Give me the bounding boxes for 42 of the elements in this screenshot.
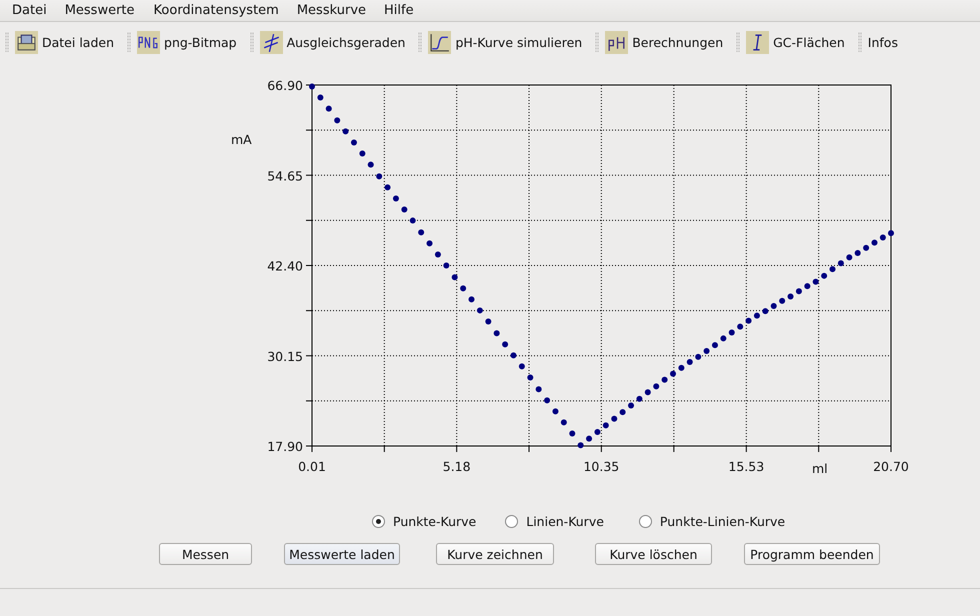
menu-item[interactable]: Messwerte (64, 3, 135, 18)
push-button[interactable]: Kurve zeichnen (436, 543, 554, 565)
radio-option[interactable]: Linien-Kurve (505, 514, 604, 528)
menu-item[interactable]: Hilfe (384, 3, 414, 18)
x-axis-label: ml (812, 461, 828, 476)
toolbar-button[interactable]: pH-Kurve simulieren (428, 30, 582, 54)
y-tick-label: 42.40 (267, 258, 303, 274)
y-tick-label: 54.65 (267, 168, 303, 184)
radio-option[interactable]: Punkte-Linien-Kurve (638, 514, 786, 528)
toolbar-button[interactable]: Berechnungen (605, 30, 724, 54)
x-tick-label: 15.53 (728, 459, 764, 474)
x-tick-label: 10.35 (583, 459, 620, 474)
ph-icon (605, 30, 628, 54)
toolbar-grip[interactable] (5, 32, 9, 52)
radio-button[interactable] (372, 514, 385, 528)
menu-item[interactable]: Koordinatensystem (154, 3, 279, 18)
lines-icon (260, 30, 283, 54)
push-button[interactable]: Messen (159, 543, 252, 565)
x-tick-label: 20.70 (873, 459, 909, 474)
y-tick-label: 66.90 (267, 78, 303, 93)
y-tick-label: 17.90 (267, 439, 303, 454)
toolbar-button[interactable]: Infos (868, 34, 898, 50)
integral-icon (746, 30, 770, 54)
toolbar-button[interactable]: GC-Flächen (746, 30, 845, 54)
push-button[interactable]: Messwerte laden (284, 543, 400, 565)
folder-icon (15, 30, 38, 54)
file-type-icon (137, 30, 160, 54)
toolbar-button[interactable]: png-Bitmap (137, 30, 237, 54)
x-tick-label: 5.18 (442, 459, 471, 474)
x-tick-label: 0.01 (298, 459, 326, 474)
push-button[interactable]: Programm beenden (744, 543, 880, 565)
radio-button[interactable] (505, 514, 518, 528)
push-button[interactable]: Kurve löschen (595, 543, 712, 565)
toolbar-button[interactable]: Ausgleichsgeraden (260, 30, 406, 54)
menu-item[interactable]: Datei (12, 3, 47, 18)
menu-item[interactable]: Messkurve (296, 3, 366, 18)
y-tick-label: 30.15 (267, 348, 303, 364)
curve-icon (428, 30, 452, 54)
toolbar-button[interactable]: Datei laden (15, 30, 114, 54)
radio-button[interactable] (638, 514, 652, 528)
y-axis-label: mA (231, 132, 252, 147)
radio-option[interactable]: Punkte-Kurve (372, 514, 476, 528)
